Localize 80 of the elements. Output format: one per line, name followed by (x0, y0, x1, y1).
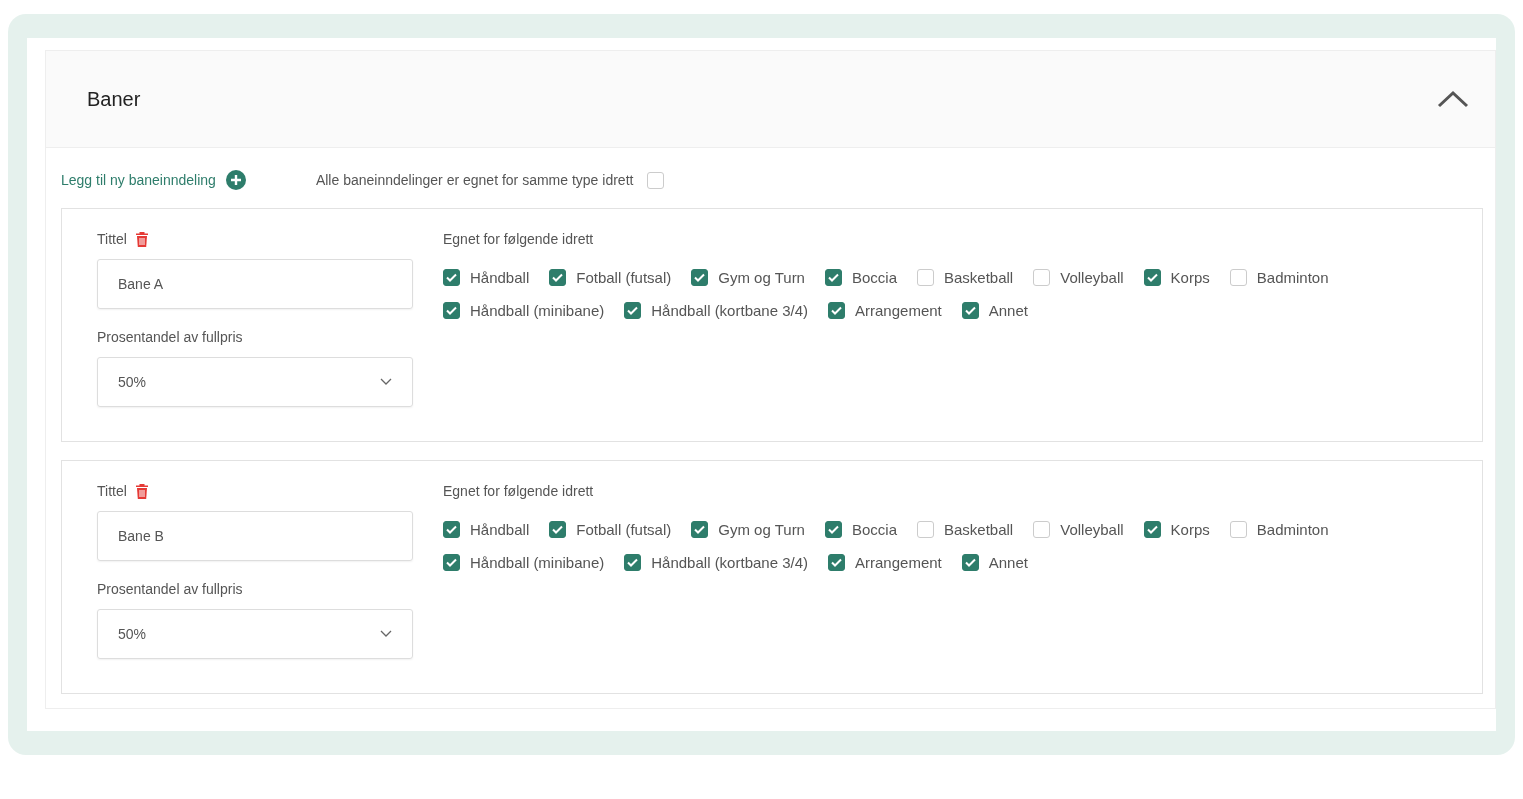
panel-header[interactable]: Baner (46, 51, 1495, 148)
chevron-icon[interactable] (1437, 90, 1469, 108)
checkbox-label: Alle baneinndelinger er egnet for samme type idrett (315, 172, 634, 188)
checkbox[interactable] (549, 521, 567, 538)
check-icon (627, 558, 639, 567)
plus-circle-icon (225, 170, 246, 190)
checkbox[interactable] (824, 269, 842, 286)
checkbox-label: Boccia (851, 269, 897, 286)
checkbox-label: Arrangement (855, 302, 942, 319)
checkbox-label: Fotball (futsal) (576, 269, 672, 286)
checkbox-label: Volleyball (1060, 521, 1124, 538)
checkbox[interactable] (624, 302, 642, 319)
check-icon (627, 306, 639, 315)
checkbox[interactable] (1143, 521, 1161, 538)
check-icon (964, 558, 976, 567)
caret-icon (380, 378, 392, 386)
checkbox[interactable] (691, 269, 709, 286)
checkbox-label: Basketball (944, 521, 1014, 538)
check-icon (831, 306, 842, 315)
checkbox-label: Basketball (944, 269, 1014, 286)
checkbox-label: Håndball (470, 521, 530, 538)
field-label: Prosentandel av fullpris (97, 581, 244, 597)
checkbox-label: Korps (1170, 521, 1210, 538)
checkbox-label: Badminton (1256, 521, 1329, 538)
title-input[interactable]: Bane B (97, 511, 413, 561)
trash-icon[interactable] (134, 231, 149, 247)
field-label: Tittel (97, 231, 127, 247)
check-icon (827, 273, 839, 282)
checkbox[interactable] (624, 554, 642, 571)
check-icon (827, 525, 839, 534)
check-icon (1146, 273, 1158, 282)
checkbox[interactable] (961, 554, 979, 571)
caret-icon (380, 630, 392, 638)
percent-dropdown[interactable]: 50% (97, 609, 413, 659)
check-icon (446, 306, 457, 315)
checkbox[interactable] (961, 302, 979, 319)
checkbox-label: Håndball (kortbane 3/4) (651, 302, 808, 319)
checkbox-label: Annet (988, 554, 1028, 571)
checkbox-label: Håndball (470, 269, 530, 286)
panel-title: Baner (87, 87, 141, 111)
checkbox[interactable] (824, 521, 842, 538)
checkbox[interactable] (443, 521, 460, 538)
field-label: Prosentandel av fullpris (97, 329, 244, 345)
check-icon (446, 525, 457, 534)
checkbox-label: Fotball (futsal) (576, 521, 672, 538)
checkbox[interactable] (828, 302, 845, 319)
check-icon (446, 558, 457, 567)
check-icon (694, 273, 706, 282)
checkbox[interactable] (691, 521, 709, 538)
check-icon (552, 525, 564, 534)
checkbox-label: Gym og Turn (718, 521, 805, 538)
checkbox[interactable] (549, 269, 567, 286)
checkbox-label: Boccia (851, 521, 897, 538)
field-label: Egnet for følgende idrett (443, 231, 595, 247)
checkbox-label: Håndball (kortbane 3/4) (651, 554, 808, 571)
check-icon (446, 273, 457, 282)
checkbox-label: Korps (1170, 269, 1210, 286)
checkbox-label: Gym og Turn (718, 269, 805, 286)
checkbox[interactable] (443, 269, 460, 286)
check-icon (694, 525, 706, 534)
field-label: Tittel (97, 483, 127, 499)
check-icon (964, 306, 976, 315)
add-court-link[interactable]: Legg til ny baneinndeling (61, 170, 246, 190)
trash-icon[interactable] (134, 483, 149, 499)
percent-dropdown[interactable]: 50% (97, 357, 413, 407)
title-input[interactable]: Bane A (97, 259, 413, 309)
checkbox-label: Annet (988, 302, 1028, 319)
checkbox-label: Håndball (minibane) (470, 302, 605, 319)
field-label: Egnet for følgende idrett (443, 483, 595, 499)
check-icon (831, 558, 842, 567)
checkbox[interactable] (443, 302, 460, 319)
checkbox-label: Volleyball (1060, 269, 1124, 286)
check-icon (552, 273, 564, 282)
checkbox[interactable] (1143, 269, 1161, 286)
check-icon (1146, 525, 1158, 534)
checkbox[interactable] (828, 554, 845, 571)
checkbox-label: Håndball (minibane) (470, 554, 605, 571)
checkbox-label: Badminton (1256, 269, 1329, 286)
checkbox[interactable] (443, 554, 460, 571)
checkbox-label: Arrangement (855, 554, 942, 571)
